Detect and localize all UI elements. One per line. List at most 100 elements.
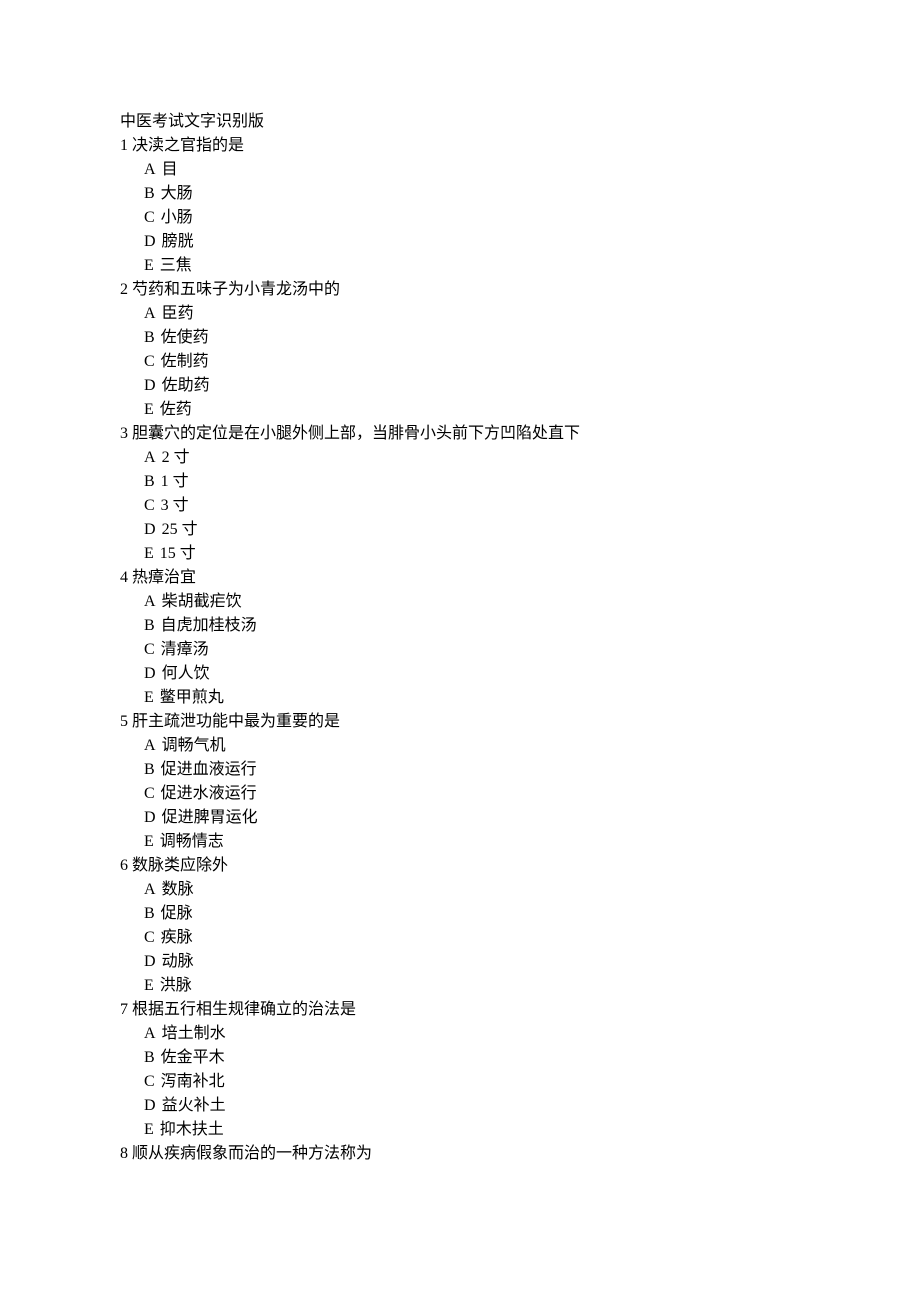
- option-label: A: [144, 593, 156, 610]
- option: C 佐制药: [144, 350, 800, 374]
- option-list: A 调畅气机B 促进血液运行C 促进水液运行D 促进脾胃运化E 调畅情志: [120, 734, 800, 854]
- option: D 促进脾胃运化: [144, 806, 800, 830]
- option: E 调畅情志: [144, 830, 800, 854]
- option: B 佐使药: [144, 326, 800, 350]
- question: 6 数脉类应除外A 数脉B 促脉C 疾脉D 动脉E 洪脉: [120, 854, 800, 998]
- question-text: 1 决渎之官指的是: [120, 134, 800, 158]
- option-text: 鳖甲煎丸: [156, 689, 224, 706]
- option: D 25 寸: [144, 518, 800, 542]
- option-label: B: [144, 473, 155, 490]
- option-label: B: [144, 617, 155, 634]
- question: 8 顺从疾病假象而治的一种方法称为: [120, 1142, 800, 1166]
- option-text: 抑木扶土: [156, 1121, 224, 1138]
- option-text: 佐金平木: [157, 1049, 225, 1066]
- option-text: 促脉: [157, 905, 193, 922]
- option-text: 何人饮: [158, 665, 210, 682]
- option-label: A: [144, 161, 156, 178]
- document-page: 中医考试文字识别版 1 决渎之官指的是A 目B 大肠C 小肠D 膀胱E 三焦2 …: [0, 0, 800, 1166]
- option-text: 佐助药: [158, 377, 210, 394]
- option-text: 泻南补北: [157, 1073, 225, 1090]
- question-text: 5 肝主疏泄功能中最为重要的是: [120, 710, 800, 734]
- option-text: 动脉: [158, 953, 194, 970]
- option: B 1 寸: [144, 470, 800, 494]
- option-label: D: [144, 521, 156, 538]
- option-label: E: [144, 977, 154, 994]
- option: C 清瘴汤: [144, 638, 800, 662]
- question: 2 芍药和五味子为小青龙汤中的A 臣药B 佐使药C 佐制药D 佐助药E 佐药: [120, 278, 800, 422]
- option-label: E: [144, 833, 154, 850]
- option-label: E: [144, 257, 154, 274]
- option-text: 1 寸: [157, 473, 189, 490]
- question-list: 1 决渎之官指的是A 目B 大肠C 小肠D 膀胱E 三焦2 芍药和五味子为小青龙…: [120, 134, 800, 1166]
- option-text: 益火补土: [158, 1097, 226, 1114]
- option-label: B: [144, 185, 155, 202]
- option-label: A: [144, 1025, 156, 1042]
- option: E 三焦: [144, 254, 800, 278]
- question: 1 决渎之官指的是A 目B 大肠C 小肠D 膀胱E 三焦: [120, 134, 800, 278]
- option: D 益火补土: [144, 1094, 800, 1118]
- option: B 佐金平木: [144, 1046, 800, 1070]
- option-label: D: [144, 1097, 156, 1114]
- option-label: D: [144, 233, 156, 250]
- option-text: 膀胱: [158, 233, 194, 250]
- option: B 促脉: [144, 902, 800, 926]
- option-text: 25 寸: [158, 521, 198, 538]
- question-text: 3 胆囊穴的定位是在小腿外侧上部，当腓骨小头前下方凹陷处直下: [120, 422, 800, 446]
- question: 5 肝主疏泄功能中最为重要的是A 调畅气机B 促进血液运行C 促进水液运行D 促…: [120, 710, 800, 854]
- option-label: D: [144, 377, 156, 394]
- question: 4 热瘴治宜A 柴胡截疟饮B 自虎加桂枝汤C 清瘴汤D 何人饮E 鳖甲煎丸: [120, 566, 800, 710]
- option-text: 清瘴汤: [157, 641, 209, 658]
- option-text: 3 寸: [157, 497, 189, 514]
- option-label: C: [144, 497, 155, 514]
- option-text: 柴胡截疟饮: [158, 593, 242, 610]
- option-text: 调畅情志: [156, 833, 224, 850]
- option: E 洪脉: [144, 974, 800, 998]
- option-list: A 培土制水B 佐金平木C 泻南补北D 益火补土E 抑木扶土: [120, 1022, 800, 1142]
- option-text: 小肠: [157, 209, 193, 226]
- option-list: A 2 寸B 1 寸C 3 寸D 25 寸E 15 寸: [120, 446, 800, 566]
- option-text: 自虎加桂枝汤: [157, 617, 257, 634]
- option-label: E: [144, 1121, 154, 1138]
- option-text: 2 寸: [158, 449, 190, 466]
- option-label: C: [144, 209, 155, 226]
- option-text: 大肠: [157, 185, 193, 202]
- option: A 培土制水: [144, 1022, 800, 1046]
- option-label: C: [144, 785, 155, 802]
- option: D 何人饮: [144, 662, 800, 686]
- option-text: 佐药: [156, 401, 192, 418]
- option: E 鳖甲煎丸: [144, 686, 800, 710]
- option-label: A: [144, 305, 156, 322]
- option-label: B: [144, 905, 155, 922]
- option-text: 佐制药: [157, 353, 209, 370]
- option-text: 洪脉: [156, 977, 192, 994]
- option: C 泻南补北: [144, 1070, 800, 1094]
- option: E 佐药: [144, 398, 800, 422]
- option-label: E: [144, 689, 154, 706]
- option-list: A 数脉B 促脉C 疾脉D 动脉E 洪脉: [120, 878, 800, 998]
- option-label: A: [144, 449, 156, 466]
- option: B 促进血液运行: [144, 758, 800, 782]
- option: C 疾脉: [144, 926, 800, 950]
- option-text: 调畅气机: [158, 737, 226, 754]
- option-text: 促进脾胃运化: [158, 809, 258, 826]
- option-text: 疾脉: [157, 929, 193, 946]
- question-text: 6 数脉类应除外: [120, 854, 800, 878]
- option: B 自虎加桂枝汤: [144, 614, 800, 638]
- option: E 15 寸: [144, 542, 800, 566]
- option-label: D: [144, 665, 156, 682]
- option-text: 促进血液运行: [157, 761, 257, 778]
- option: D 佐助药: [144, 374, 800, 398]
- option-label: A: [144, 737, 156, 754]
- option: C 小肠: [144, 206, 800, 230]
- option: C 促进水液运行: [144, 782, 800, 806]
- option: D 膀胱: [144, 230, 800, 254]
- option: A 2 寸: [144, 446, 800, 470]
- option: A 调畅气机: [144, 734, 800, 758]
- option-label: C: [144, 1073, 155, 1090]
- option-text: 促进水液运行: [157, 785, 257, 802]
- option: A 数脉: [144, 878, 800, 902]
- question-text: 7 根据五行相生规律确立的治法是: [120, 998, 800, 1022]
- question-text: 2 芍药和五味子为小青龙汤中的: [120, 278, 800, 302]
- option: A 柴胡截疟饮: [144, 590, 800, 614]
- question-text: 8 顺从疾病假象而治的一种方法称为: [120, 1142, 800, 1166]
